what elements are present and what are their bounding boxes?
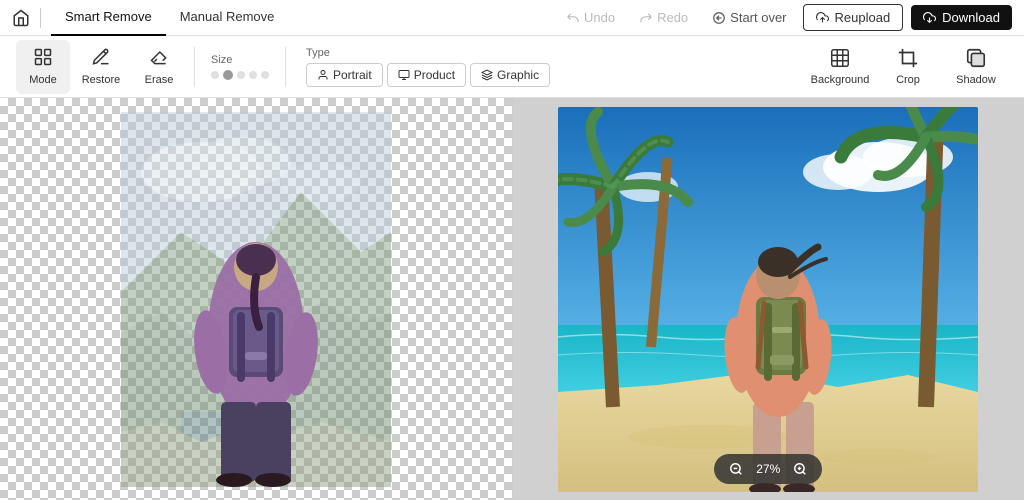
size-dot-5[interactable]	[261, 71, 269, 79]
zoom-out-button[interactable]	[726, 459, 746, 479]
type-buttons: Portrait Product Graphic	[306, 63, 550, 87]
topbar-actions: Undo Redo Start over Reupload Download	[558, 4, 1012, 31]
toolbar-divider-1	[194, 47, 195, 87]
nav-divider	[40, 8, 41, 28]
size-dot-3[interactable]	[237, 71, 245, 79]
right-tools: Background Crop Shadow	[808, 40, 1008, 94]
size-dot-2[interactable]	[223, 70, 233, 80]
graphic-type-button[interactable]: Graphic	[470, 63, 550, 87]
size-dot-4[interactable]	[249, 71, 257, 79]
tool-group-main: Mode Restore Erase	[16, 40, 186, 94]
zoom-value: 27%	[752, 462, 784, 476]
zoom-in-icon	[793, 462, 807, 476]
topbar: Smart Remove Manual Remove Undo Redo Sta…	[0, 0, 1024, 36]
right-image	[558, 107, 978, 492]
zoom-out-icon	[729, 462, 743, 476]
mode-tool-button[interactable]: Mode	[16, 40, 70, 94]
crop-tool-button[interactable]: Crop	[876, 40, 940, 94]
tab-manual-remove[interactable]: Manual Remove	[166, 0, 289, 36]
type-label: Type	[306, 47, 550, 59]
left-image	[121, 112, 391, 487]
left-canvas-panel[interactable]	[0, 98, 513, 500]
type-section: Type Portrait Product Graphic	[294, 47, 562, 87]
restore-icon	[91, 47, 111, 72]
erase-icon	[149, 47, 169, 72]
background-icon	[829, 47, 851, 72]
undo-button[interactable]: Undo	[558, 6, 623, 29]
toolbar-divider-2	[285, 47, 286, 87]
zoom-in-button[interactable]	[790, 459, 810, 479]
size-slider-group: Size	[203, 54, 277, 80]
download-button[interactable]: Download	[911, 5, 1012, 30]
main-area: 27%	[0, 98, 1024, 500]
shadow-icon	[965, 47, 987, 72]
background-tool-button[interactable]: Background	[808, 40, 872, 94]
size-label: Size	[211, 54, 269, 66]
toolbar: Mode Restore Erase Size	[0, 36, 1024, 98]
start-over-button[interactable]: Start over	[704, 6, 794, 29]
portrait-type-button[interactable]: Portrait	[306, 63, 383, 87]
restore-tool-button[interactable]: Restore	[74, 40, 128, 94]
redo-button[interactable]: Redo	[631, 6, 696, 29]
crop-icon	[897, 47, 919, 72]
graphic-icon	[481, 69, 493, 81]
size-dot-1[interactable]	[211, 71, 219, 79]
mode-icon	[33, 47, 53, 72]
portrait-icon	[317, 69, 329, 81]
reupload-button[interactable]: Reupload	[803, 4, 904, 31]
size-slider[interactable]	[211, 70, 269, 80]
product-icon	[398, 69, 410, 81]
shadow-tool-button[interactable]: Shadow	[944, 40, 1008, 94]
zoom-controls: 27%	[714, 454, 822, 484]
home-icon[interactable]	[12, 9, 30, 27]
tab-smart-remove[interactable]: Smart Remove	[51, 0, 166, 36]
erase-tool-button[interactable]: Erase	[132, 40, 186, 94]
product-type-button[interactable]: Product	[387, 63, 466, 87]
right-canvas-panel[interactable]: 27%	[513, 98, 1024, 500]
